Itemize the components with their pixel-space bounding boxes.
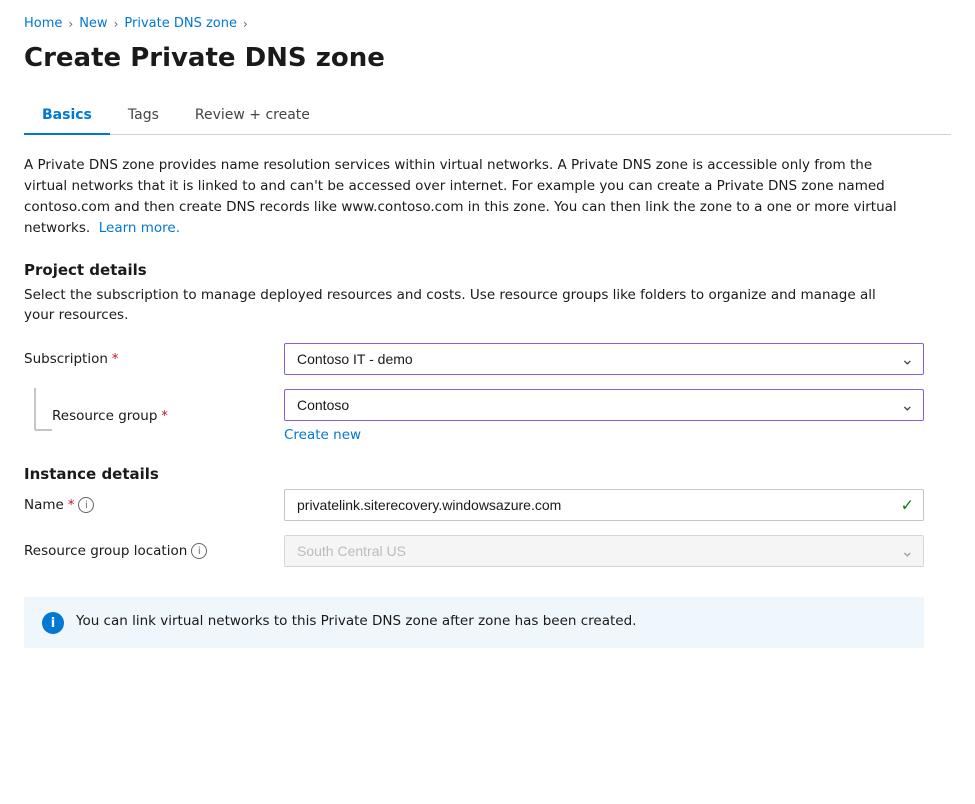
- page-title: Create Private DNS zone: [24, 43, 951, 73]
- resource-group-input-col: Contoso ⌄ Create new: [284, 389, 924, 443]
- breadcrumb-sep-2: ›: [114, 17, 119, 31]
- subscription-select[interactable]: Contoso IT - demo: [284, 343, 924, 375]
- subscription-label: Subscription: [24, 351, 108, 367]
- description-text: A Private DNS zone provides name resolut…: [24, 155, 904, 239]
- name-input-col: ✓: [284, 489, 924, 521]
- breadcrumb-home[interactable]: Home: [24, 16, 62, 31]
- location-input-col: South Central US ⌄: [284, 535, 924, 567]
- subscription-row: Subscription * Contoso IT - demo ⌄: [24, 343, 924, 375]
- instance-details-heading: Instance details: [24, 465, 951, 483]
- breadcrumb-sep-3: ›: [243, 17, 248, 31]
- location-label-col: Resource group location i: [24, 543, 284, 559]
- project-details-heading: Project details: [24, 261, 951, 279]
- location-info-icon[interactable]: i: [191, 543, 207, 559]
- learn-more-link[interactable]: Learn more.: [99, 220, 180, 236]
- name-label: Name: [24, 497, 64, 513]
- resource-group-row: Resource group * Contoso ⌄ Create new: [24, 389, 924, 443]
- info-box-text: You can link virtual networks to this Pr…: [76, 611, 636, 631]
- info-box-icon: i: [42, 612, 64, 634]
- location-label: Resource group location: [24, 543, 187, 559]
- name-label-col: Name * i: [24, 497, 284, 513]
- tab-review-create[interactable]: Review + create: [177, 97, 328, 135]
- name-required: *: [68, 498, 75, 513]
- breadcrumb-sep-1: ›: [68, 17, 73, 31]
- project-details-description: Select the subscription to manage deploy…: [24, 285, 904, 326]
- subscription-required: *: [112, 352, 119, 367]
- resource-group-row-wrapper: Resource group * Contoso ⌄ Create new: [24, 389, 924, 443]
- name-valid-icon: ✓: [901, 496, 914, 515]
- tab-tags[interactable]: Tags: [110, 97, 177, 135]
- resource-group-label: Resource group: [52, 408, 157, 424]
- tabs-container: Basics Tags Review + create: [24, 97, 951, 135]
- subscription-input-col: Contoso IT - demo ⌄: [284, 343, 924, 375]
- resource-group-select[interactable]: Contoso: [284, 389, 924, 421]
- bracket-connector-svg: [34, 388, 52, 438]
- location-select-wrapper: South Central US ⌄: [284, 535, 924, 567]
- location-row: Resource group location i South Central …: [24, 535, 924, 567]
- subscription-select-wrapper: Contoso IT - demo ⌄: [284, 343, 924, 375]
- resource-group-label-col: Resource group *: [24, 408, 284, 424]
- tab-basics[interactable]: Basics: [24, 97, 110, 135]
- info-box: i You can link virtual networks to this …: [24, 597, 924, 648]
- name-info-icon[interactable]: i: [78, 497, 94, 513]
- breadcrumb-new[interactable]: New: [79, 16, 107, 31]
- breadcrumb: Home › New › Private DNS zone ›: [24, 16, 951, 31]
- name-row: Name * i ✓: [24, 489, 924, 521]
- resource-group-select-wrapper: Contoso ⌄: [284, 389, 924, 421]
- location-select: South Central US: [284, 535, 924, 567]
- name-input[interactable]: [284, 489, 924, 521]
- resource-group-required: *: [161, 409, 168, 424]
- create-new-link[interactable]: Create new: [284, 427, 924, 443]
- subscription-label-col: Subscription *: [24, 351, 284, 367]
- breadcrumb-private-dns[interactable]: Private DNS zone: [124, 16, 237, 31]
